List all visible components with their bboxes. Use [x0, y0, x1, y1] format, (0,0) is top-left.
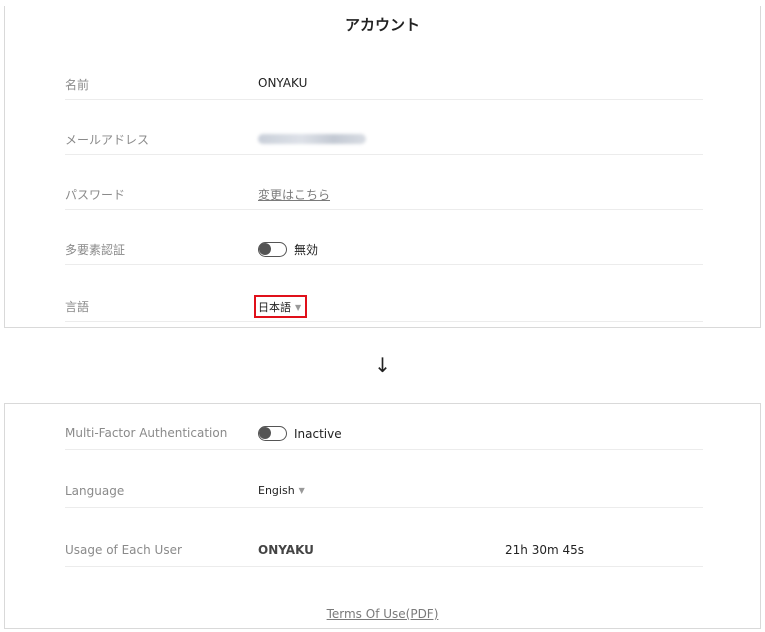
mfa-status-en: Inactive: [294, 426, 342, 441]
account-panel-ja: アカウント 名前 ONYAKU メールアドレス パスワード 変更はこちら 多要素…: [4, 6, 761, 328]
row-mfa-en: Multi-Factor Authentication Inactive: [65, 421, 703, 450]
terms-of-use-link[interactable]: Terms Of Use(PDF): [5, 607, 760, 621]
caret-down-icon: ▼: [298, 486, 305, 495]
row-language-ja: 言語 日本語 ▼: [65, 293, 703, 322]
language-selected: 日本語: [258, 301, 291, 314]
mfa-toggle-en[interactable]: [258, 426, 287, 441]
change-password-link[interactable]: 変更はこちら: [258, 186, 330, 203]
toggle-knob-icon: [259, 427, 271, 439]
row-usage: Usage of Each User ONYAKU 21h 30m 45s: [65, 538, 703, 567]
mfa-label: 多要素認証: [65, 243, 126, 257]
mfa-toggle[interactable]: [258, 242, 287, 257]
name-label: 名前: [65, 78, 90, 92]
language-selected-en: Engish: [258, 484, 295, 497]
name-value: ONYAKU: [258, 76, 308, 90]
page-title: アカウント: [344, 16, 420, 34]
row-mfa-ja: 多要素認証 無効: [65, 236, 703, 265]
mfa-status: 無効: [294, 243, 319, 257]
usage-user: ONYAKU: [258, 543, 314, 557]
language-label: 言語: [65, 300, 90, 314]
row-password: パスワード 変更はこちら: [65, 181, 703, 210]
language-select-en[interactable]: Engish ▼: [258, 484, 305, 497]
email-label: メールアドレス: [65, 133, 150, 147]
down-arrow-icon: ↓: [374, 353, 391, 377]
blurred-email: [258, 134, 366, 144]
password-label: パスワード: [65, 188, 126, 202]
language-label-en: Language: [65, 484, 125, 498]
mfa-label-en: Multi-Factor Authentication: [65, 426, 228, 440]
language-select[interactable]: 日本語 ▼: [254, 295, 308, 318]
row-name: 名前 ONYAKU: [65, 71, 703, 100]
account-panel-en: Multi-Factor Authentication Inactive Lan…: [4, 403, 761, 629]
row-language-en: Language Engish ▼: [65, 479, 703, 508]
email-value-redacted: [258, 131, 366, 144]
toggle-knob-icon: [259, 243, 271, 255]
usage-label: Usage of Each User: [65, 543, 182, 557]
usage-time: 21h 30m 45s: [505, 543, 584, 557]
row-email: メールアドレス: [65, 126, 703, 155]
caret-down-icon: ▼: [295, 302, 302, 312]
